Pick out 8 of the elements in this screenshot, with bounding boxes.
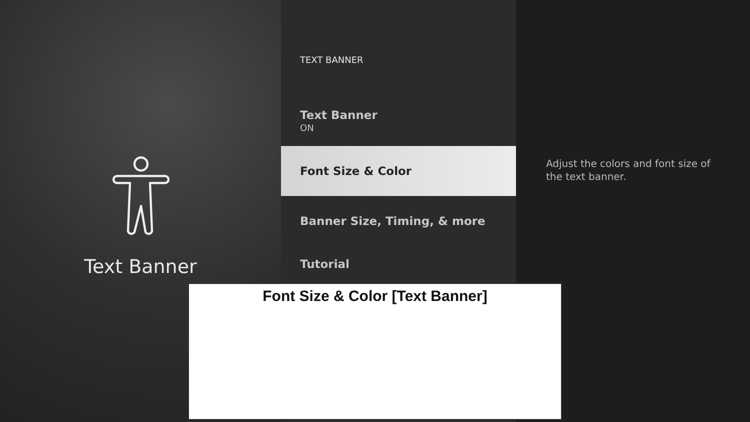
- page-title: Text Banner: [83, 256, 198, 278]
- menu-item[interactable]: Tutorial: [281, 246, 516, 276]
- menu-item[interactable]: Banner Size, Timing, & more: [281, 196, 516, 246]
- menu-item[interactable]: Font Size & Color: [281, 146, 516, 196]
- section-heading: TEXT BANNER: [299, 56, 364, 66]
- banner-title: Font Size & Color [Text Banner]: [262, 288, 488, 305]
- menu-item[interactable]: Text Banner ON: [281, 96, 516, 146]
- description-text: Adjust the colors and font size of the text banner.: [546, 158, 712, 184]
